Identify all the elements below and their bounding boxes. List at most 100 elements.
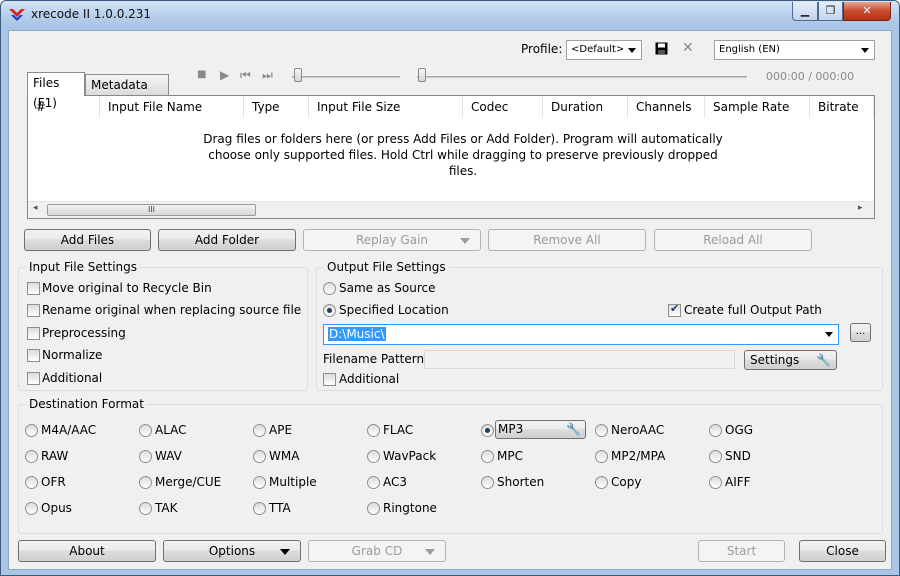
format-radio-ringtone[interactable] (367, 502, 380, 515)
format-radio-flac[interactable] (367, 424, 380, 437)
title-bar[interactable]: xrecode II 1.0.0.231 ▁ ❐ ✕ (1, 1, 899, 29)
profile-dropdown[interactable]: <Default> (566, 40, 642, 60)
grab-cd-button[interactable]: Grab CD (308, 540, 446, 562)
column-header[interactable]: Sample Rate (705, 96, 810, 118)
column-header[interactable]: Input File Name (100, 96, 244, 118)
wrench-icon: 🔧 (816, 353, 831, 367)
format-radio-tta[interactable] (253, 502, 266, 515)
column-header[interactable]: Codec (463, 96, 543, 118)
seek-track[interactable] (417, 76, 747, 78)
mp3-settings-button[interactable]: MP3 🔧 (495, 420, 586, 439)
format-label: FLAC (383, 423, 414, 437)
format-radio-raw[interactable] (25, 450, 38, 463)
about-button[interactable]: About (18, 540, 156, 562)
close-window-button[interactable]: ✕ (843, 2, 891, 21)
preprocessing-checkbox[interactable] (27, 327, 40, 340)
start-button[interactable]: Start (698, 540, 785, 562)
add-folder-button[interactable]: Add Folder (158, 229, 296, 251)
normalize-checkbox[interactable] (27, 349, 40, 362)
format-radio-wav[interactable] (139, 450, 152, 463)
scroll-thumb[interactable]: III (47, 204, 256, 216)
format-label: AIFF (725, 475, 751, 489)
format-radio-shorten[interactable] (481, 476, 494, 489)
format-radio-wavpack[interactable] (367, 450, 380, 463)
format-label: APE (269, 423, 293, 437)
format-radio-m4a-aac[interactable] (25, 424, 38, 437)
format-label: MP3 (498, 422, 524, 436)
tab-metadata[interactable]: Metadata (F2) (85, 74, 169, 112)
format-radio-ac3[interactable] (367, 476, 380, 489)
stop-icon[interactable]: ■ (197, 69, 206, 80)
format-label: WavPack (383, 449, 437, 463)
window-title: xrecode II 1.0.0.231 (31, 7, 152, 21)
column-header[interactable]: Bitrate (810, 96, 874, 118)
profile-value: <Default> (571, 44, 625, 55)
chevron-down-icon (628, 48, 636, 53)
format-label: ALAC (155, 423, 187, 437)
scroll-left-icon[interactable]: ◂ (33, 203, 38, 213)
format-radio-tak[interactable] (139, 502, 152, 515)
format-radio-mpc[interactable] (481, 450, 494, 463)
format-radio-copy[interactable] (595, 476, 608, 489)
format-radio-ofr[interactable] (25, 476, 38, 489)
specified-location-radio[interactable] (323, 304, 336, 317)
previous-icon[interactable]: ⏮ (240, 68, 251, 83)
format-radio-opus[interactable] (25, 502, 38, 515)
format-radio-aiff[interactable] (709, 476, 722, 489)
input-additional-checkbox[interactable] (27, 372, 40, 385)
format-radio-alac[interactable] (139, 424, 152, 437)
volume-slider-handle[interactable] (294, 68, 302, 82)
add-files-button[interactable]: Add Files (24, 229, 151, 251)
minimize-button[interactable]: ▁ (792, 2, 818, 21)
format-radio-wma[interactable] (253, 450, 266, 463)
pattern-settings-button[interactable]: Settings 🔧 (744, 350, 837, 370)
rename-original-checkbox[interactable] (27, 304, 40, 317)
format-radio-multiple[interactable] (253, 476, 266, 489)
column-header[interactable]: Input File Size (309, 96, 463, 118)
filename-pattern-input[interactable] (424, 350, 735, 369)
client-area: Profile: <Default> ✕ English (EN) Files … (8, 30, 892, 570)
close-button[interactable]: Close (799, 540, 886, 562)
format-radio-snd[interactable] (709, 450, 722, 463)
remove-all-button[interactable]: Remove All (488, 229, 646, 251)
format-label: OFR (41, 475, 66, 489)
scroll-right-icon[interactable]: ▸ (858, 203, 863, 213)
tab-files[interactable]: Files (F1) (27, 72, 85, 110)
volume-track[interactable] (292, 76, 400, 78)
file-list-scrollbar[interactable]: ◂ III ▸ (28, 201, 874, 218)
format-label: WAV (155, 449, 182, 463)
format-radio-mp3[interactable] (481, 424, 494, 437)
format-radio-mp2-mpa[interactable] (595, 450, 608, 463)
pattern-settings-label: Settings (750, 353, 800, 367)
output-additional-checkbox[interactable] (323, 373, 336, 386)
same-as-source-label: Same as Source (339, 281, 436, 295)
delete-profile-icon[interactable]: ✕ (682, 40, 694, 56)
output-additional-label: Additional (339, 372, 400, 386)
same-as-source-radio[interactable] (323, 282, 336, 295)
preprocessing-label: Preprocessing (42, 326, 126, 340)
format-label: Copy (611, 475, 642, 489)
format-radio-ape[interactable] (253, 424, 266, 437)
maximize-button[interactable]: ❐ (818, 2, 843, 21)
options-button[interactable]: Options (163, 540, 301, 562)
next-icon[interactable]: ⏭ (262, 68, 273, 83)
play-icon[interactable]: ▶ (220, 68, 229, 82)
column-header[interactable]: Duration (543, 96, 628, 118)
browse-button[interactable]: ... (850, 323, 871, 342)
create-full-path-checkbox[interactable] (668, 302, 681, 317)
reload-all-button[interactable]: Reload All (654, 229, 812, 251)
file-list[interactable]: # Input File Name Type Input File Size C… (27, 95, 875, 219)
seek-slider-handle[interactable] (418, 68, 426, 82)
format-label: SND (725, 449, 751, 463)
column-header[interactable]: Type (244, 96, 309, 118)
format-radio-merge-cue[interactable] (139, 476, 152, 489)
save-profile-icon[interactable] (655, 42, 668, 55)
output-path-combo[interactable]: D:\Music\ (323, 324, 839, 345)
replay-gain-button[interactable]: Replay Gain (303, 229, 481, 251)
move-to-recycle-checkbox[interactable] (27, 282, 40, 295)
language-dropdown[interactable]: English (EN) (714, 40, 875, 60)
create-full-path-label: Create full Output Path (684, 303, 822, 317)
column-header[interactable]: Channels (628, 96, 705, 118)
format-radio-neroaac[interactable] (595, 424, 608, 437)
format-radio-ogg[interactable] (709, 424, 722, 437)
